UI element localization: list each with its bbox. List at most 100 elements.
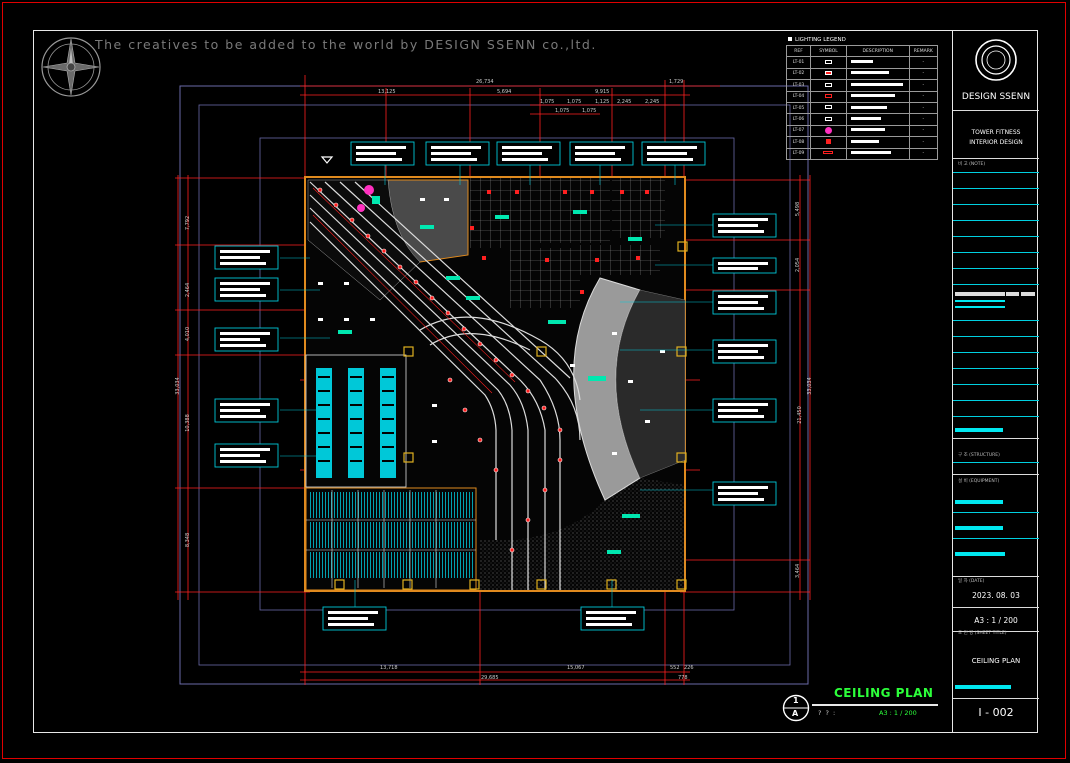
dim-top-i: 1,075: [555, 108, 570, 114]
legend-symbol: [810, 56, 847, 69]
legend-remark: -: [908, 79, 939, 92]
legend-ref: LT-06: [785, 113, 812, 126]
dim-left-e: 8,348: [185, 532, 192, 548]
legend-ref: LT-07: [785, 124, 812, 138]
exit-sign-icon: [823, 151, 834, 155]
legend-row: LT-04 -: [785, 90, 939, 103]
legend-remark: -: [908, 90, 939, 103]
legend-ref: LT-02: [785, 67, 812, 81]
dim-bottom-e: 778: [678, 675, 688, 681]
legend-remark: -: [908, 101, 939, 115]
dim-bottom-total: 29,685: [481, 675, 499, 681]
legend-symbol: [810, 67, 847, 81]
legend-header-symbol: SYMBOL: [810, 44, 847, 58]
dim-left-c: 4,010: [185, 326, 192, 342]
legend-description: [845, 136, 910, 149]
dim-left-a: 7,792: [185, 215, 192, 231]
legend-remark: -: [908, 136, 939, 149]
drawing-scale: A3 : 1 / 200: [879, 709, 917, 717]
legend-row: LT-05 -: [785, 101, 939, 115]
legend-row: LT-06 -: [785, 113, 939, 126]
structure-label: 구 조 (STRUCTURE): [958, 453, 1000, 458]
pendant-light-icon: [824, 127, 832, 135]
legend-description: [845, 90, 910, 103]
legend-remark: -: [908, 124, 939, 138]
note-label: 비 고 (NOTE): [958, 162, 986, 167]
legend-row: LT-02 -: [785, 67, 939, 81]
square-fixture-icon: [824, 82, 832, 87]
dim-right-d: 3,464: [795, 563, 802, 579]
legend-description: [845, 79, 910, 92]
legend-description: [845, 56, 910, 69]
legend-header-remark: REMARK: [908, 44, 939, 58]
square-fixture-icon: [824, 59, 832, 64]
legend-ref: LT-09: [785, 147, 812, 160]
project-line-2: INTERIOR DESIGN: [969, 139, 1023, 146]
dim-bottom-d: 226: [684, 665, 694, 671]
dim-top-g: 2,245: [617, 99, 632, 105]
legend-symbol: [810, 113, 847, 126]
legend-ref: LT-05: [785, 101, 812, 115]
legend-symbol: [810, 124, 847, 138]
dim-top-total: 26,734: [476, 79, 494, 85]
lighting-legend: LIGHTING LEGEND REF SYMBOL DESCRIPTION R…: [785, 36, 939, 160]
legend-remark: -: [908, 67, 939, 81]
dim-top-f: 1,125: [595, 99, 610, 105]
title-block: DESIGN SSENN TOWER FITNESS INTERIOR DESI…: [952, 30, 1039, 733]
dim-top-d: 1,075: [540, 99, 555, 105]
legend-row: LT-09 -: [785, 147, 939, 160]
sheet-title-label: 도 면 명 (SHEET TITLE): [958, 631, 1007, 636]
company-logo-icon: [975, 39, 1017, 81]
dim-right-total: 33,034: [806, 377, 813, 395]
legend-ref: LT-03: [785, 79, 812, 92]
legend-symbol: [810, 101, 847, 115]
legend-description: [845, 124, 910, 138]
dim-top-e: 1,075: [567, 99, 582, 105]
dim-top-b: 5,694: [497, 89, 512, 95]
spot-light-icon: [824, 94, 832, 98]
legend-description: [845, 67, 910, 81]
legend-title: LIGHTING LEGEND: [795, 37, 846, 43]
sheet-title-value: CEILING PLAN: [971, 657, 1021, 665]
legend-description: [845, 113, 910, 126]
emergency-light-icon: [825, 139, 831, 145]
legend-remark: -: [908, 56, 939, 69]
legend-description: [845, 147, 910, 160]
company-name: DESIGN SSENN: [961, 92, 1031, 102]
dim-top-right: 1,729: [669, 79, 684, 85]
drawing-number-top: 1: [793, 696, 799, 705]
sheet-number: I - 002: [978, 706, 1014, 719]
legend-symbol: [810, 90, 847, 103]
legend-header-row: REF SYMBOL DESCRIPTION REMARK: [785, 44, 939, 58]
dim-left-d: 10,388: [184, 414, 191, 432]
legend-header-ref: REF: [785, 44, 812, 58]
dim-bottom-a: 13,718: [380, 665, 398, 671]
legend-symbol: [810, 147, 847, 160]
dim-bottom-c: 552: [670, 665, 680, 671]
legend-row: LT-01 -: [785, 56, 939, 69]
dim-bottom-b: 15,067: [567, 665, 585, 671]
drawing-title-placeholder: ? ? :: [818, 709, 837, 717]
equipment-label: 설 비 (EQUIPMENT): [958, 479, 1000, 484]
dim-right-b: 2,054: [795, 257, 802, 273]
legend-bullet-icon: [788, 37, 792, 41]
drawing-title-underline: [812, 704, 938, 706]
legend-symbol: [810, 136, 847, 149]
downlight-icon: [824, 71, 832, 76]
legend-row: LT-07 -: [785, 124, 939, 138]
project-line-1: TOWER FITNESS: [971, 129, 1021, 136]
dim-top-a: 13,125: [378, 89, 396, 95]
legend-description: [845, 101, 910, 115]
legend-ref: LT-01: [785, 56, 812, 69]
dim-top-j: 1,075: [582, 108, 597, 114]
dim-left-total: 33,034: [174, 377, 181, 395]
date-value: 2023. 08. 03: [972, 591, 1020, 600]
legend-symbol: [810, 79, 847, 92]
legend-remark: -: [908, 113, 939, 126]
date-label: 일 자 (DATE): [958, 579, 985, 584]
legend-header-description: DESCRIPTION: [845, 44, 910, 58]
dim-top-h: 2,245: [645, 99, 660, 105]
scale-value: A3 : 1 / 200: [974, 616, 1018, 625]
legend-ref: LT-04: [785, 90, 812, 103]
drawing-title: CEILING PLAN: [834, 686, 934, 700]
